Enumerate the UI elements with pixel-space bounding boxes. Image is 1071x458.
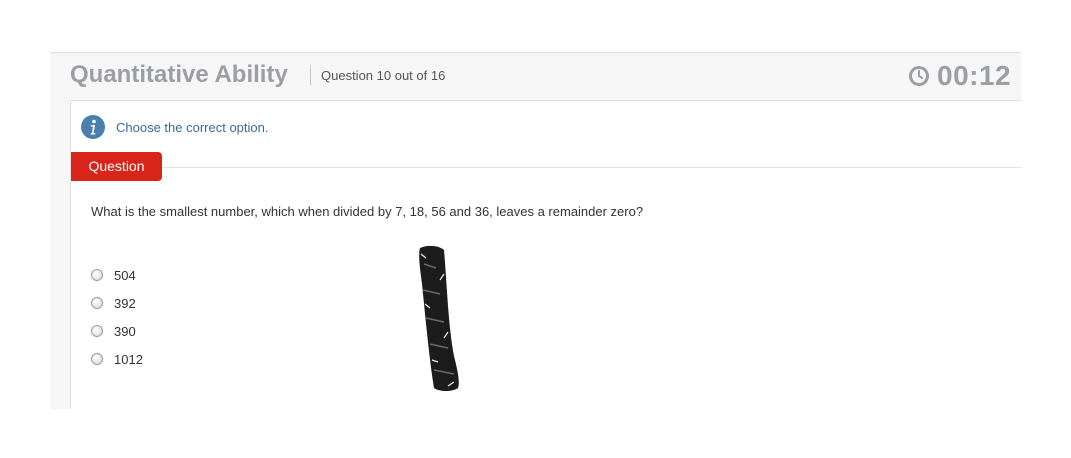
header-divider — [310, 65, 311, 85]
instruction-bar: Choose the correct option. — [81, 115, 268, 139]
question-counter: Question 10 out of 16 — [321, 68, 446, 83]
option-1[interactable]: 504 — [91, 261, 143, 289]
option-1-radio[interactable] — [91, 269, 103, 281]
tab-question[interactable]: Question — [71, 152, 162, 181]
timer-value: 00:12 — [937, 60, 1012, 91]
option-2-radio[interactable] — [91, 297, 103, 309]
question-panel: Choose the correct option. Question What… — [70, 100, 1021, 409]
timer: 00:12 — [908, 59, 1011, 93]
option-1-label[interactable]: 504 — [114, 268, 136, 283]
option-4-radio[interactable] — [91, 353, 103, 365]
option-2-label[interactable]: 392 — [114, 296, 136, 311]
section-title: Quantitative Ability — [70, 61, 288, 88]
option-3-radio[interactable] — [91, 325, 103, 337]
clock-icon — [909, 66, 929, 86]
question-text: What is the smallest number, which when … — [91, 204, 644, 219]
answer-options: 504 392 390 1012 — [91, 261, 143, 373]
option-2[interactable]: 392 — [91, 289, 143, 317]
option-4-label[interactable]: 1012 — [114, 352, 143, 367]
ink-scribble — [419, 245, 459, 391]
tab-divider — [161, 167, 1021, 168]
option-3[interactable]: 390 — [91, 317, 143, 345]
option-4[interactable]: 1012 — [91, 345, 143, 373]
assessment-window: Quantitative Ability Question 10 out of … — [50, 52, 1021, 409]
option-3-label[interactable]: 390 — [114, 324, 136, 339]
info-icon — [81, 115, 105, 139]
instruction-text: Choose the correct option. — [116, 119, 269, 135]
